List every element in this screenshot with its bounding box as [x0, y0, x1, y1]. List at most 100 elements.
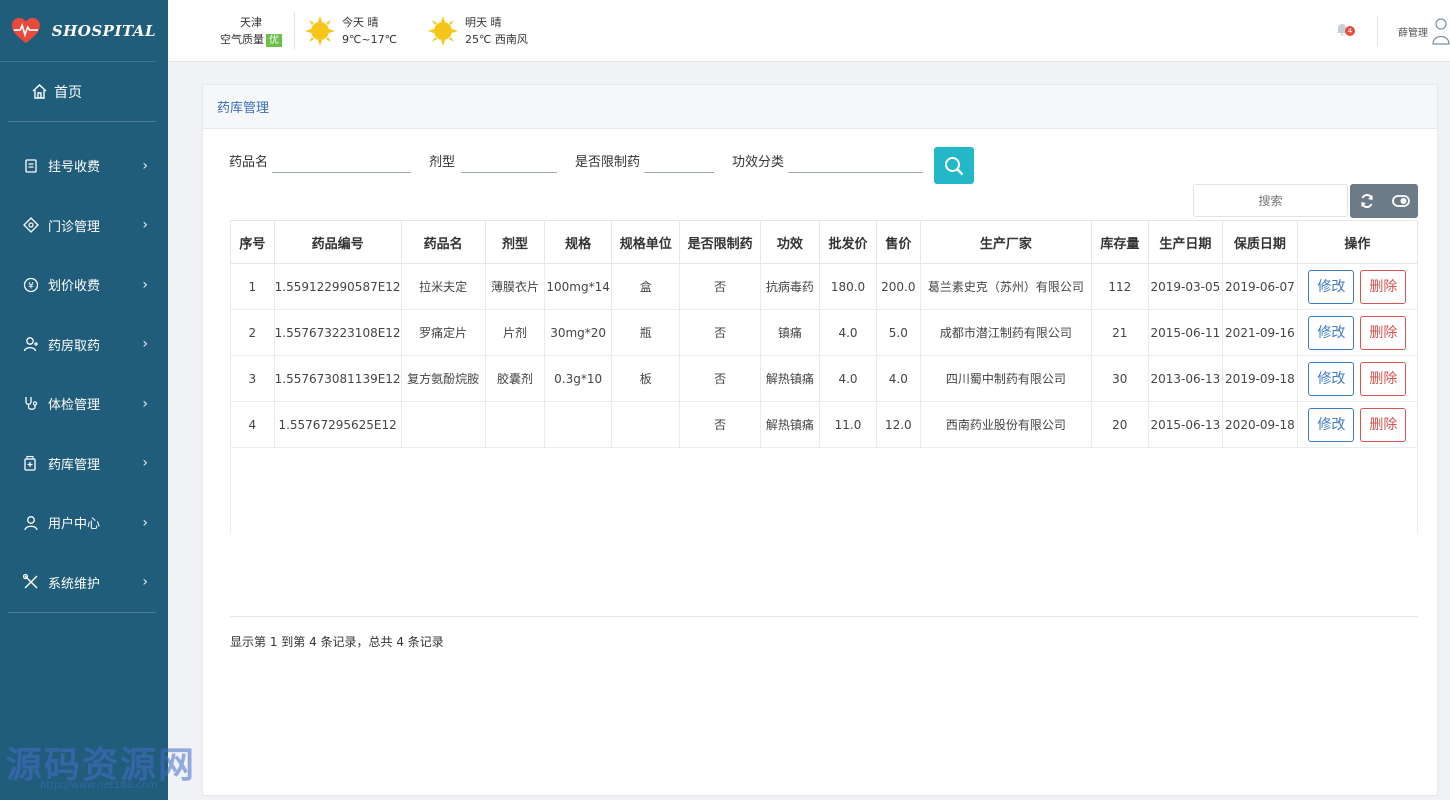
manufacturer-cell: 西南药业股份有限公司: [919, 401, 1093, 448]
delete-button[interactable]: 删除: [1360, 407, 1407, 442]
sidebar-item-label: 用户中心: [48, 517, 101, 533]
table-row: 1 1.559122990587E12 拉米夫定 薄膜衣片 100mg*14 盒否抗病毒药…: [230, 263, 1419, 310]
city-name: 天津: [240, 16, 262, 29]
drug-name-input[interactable]: [272, 147, 412, 173]
city-weather-block: 天津 空气质量优: [220, 14, 282, 48]
production-date-cell: 2013-06-13: [1147, 355, 1224, 402]
delete-button[interactable]: 删除: [1360, 315, 1407, 350]
manufacturer-cell: 成都市潜江制药有限公司: [919, 309, 1093, 356]
chevron-right-icon: ›: [142, 217, 148, 234]
column-header[interactable]: 规格: [544, 220, 613, 264]
delete-button[interactable]: 删除: [1360, 269, 1407, 304]
column-header[interactable]: 库存量: [1091, 220, 1149, 264]
column-header[interactable]: 生产日期: [1147, 220, 1224, 264]
column-header[interactable]: 生产厂家: [919, 220, 1093, 264]
actions-cell: 修改 删除: [1296, 355, 1419, 402]
drug-name-label: 药品名: [229, 154, 269, 170]
row-index-cell: 1: [230, 263, 275, 310]
production-date-cell: 2015-06-11: [1147, 309, 1224, 356]
column-header[interactable]: 保质日期: [1222, 220, 1298, 264]
table-empty-area: [230, 448, 1418, 533]
column-header[interactable]: 序号: [230, 220, 275, 264]
weather-today: 今天 晴 9℃~17℃: [304, 14, 397, 48]
efficacy-input[interactable]: [788, 147, 924, 173]
drug-name-cell: 拉米夫定: [400, 263, 486, 310]
efficacy-cell: 镇痛: [759, 309, 821, 356]
manufacturer-cell: 葛兰素史克（苏州）有限公司: [919, 263, 1093, 310]
weather-tomorrow: 明天 晴 25℃ 西南风: [427, 14, 528, 48]
column-header[interactable]: 药品名: [400, 220, 486, 264]
column-header[interactable]: 规格单位: [611, 220, 681, 264]
heartbeat-logo-icon: [11, 17, 40, 43]
drug-table: 序号 药品编号 药品名 剂型 规格 规格单位 是否限制药 功效 批发价 售价 生…: [230, 220, 1419, 448]
edit-button[interactable]: 修改: [1308, 269, 1355, 304]
sidebar-item-home[interactable]: 首页: [8, 62, 156, 122]
refresh-button[interactable]: [1350, 184, 1384, 218]
sidebar-item-user-center[interactable]: 用户中心 ›: [0, 493, 168, 553]
tomorrow-condition: 晴: [490, 16, 502, 29]
search-button[interactable]: [934, 147, 974, 184]
column-header: 操作: [1296, 220, 1419, 264]
logo-text: SHOSPITAL: [51, 21, 156, 40]
toggle-view-button[interactable]: [1384, 184, 1418, 218]
sidebar-item-register[interactable]: 挂号收费 ›: [0, 136, 168, 196]
dosage-form-input[interactable]: [461, 147, 558, 173]
sidebar-item-outpatient[interactable]: 门诊管理 ›: [0, 196, 168, 256]
row-index-cell: 2: [230, 309, 275, 356]
dosage-form-cell: 片剂: [484, 309, 546, 356]
delete-button[interactable]: 删除: [1360, 361, 1407, 396]
actions-cell: 修改 删除: [1296, 309, 1419, 356]
sidebar-divider: [8, 612, 156, 613]
user-name[interactable]: 薛管理: [1398, 24, 1428, 39]
header-user-area: 4 薛管理: [1335, 0, 1450, 62]
column-header[interactable]: 批发价: [819, 220, 877, 264]
production-date-cell: 2015-06-13: [1147, 401, 1224, 448]
edit-button[interactable]: 修改: [1308, 407, 1355, 442]
chevron-right-icon: ›: [142, 514, 148, 531]
air-quality-badge: 优: [266, 34, 282, 47]
user-center-icon: [22, 514, 40, 532]
sidebar-item-drugstore[interactable]: 药库管理 ›: [0, 434, 168, 494]
wholesale-price-cell: 180.0: [819, 263, 877, 310]
table-row: 4 1.55767295625E12 否解热镇痛 11.0 12.0 西南药业股份有限公司…: [230, 401, 1419, 448]
column-header[interactable]: 是否限制药: [679, 220, 761, 264]
chevron-right-icon: ›: [142, 395, 148, 412]
header-divider: [1377, 16, 1378, 46]
sidebar-item-label: 药房取药: [48, 338, 101, 354]
sidebar-item-checkup[interactable]: 体检管理 ›: [0, 374, 168, 434]
sidebar-item-pricing[interactable]: ¥ 划价收费 ›: [0, 255, 168, 315]
column-header[interactable]: 功效: [759, 220, 821, 264]
page-title: 药库管理: [203, 85, 1437, 129]
chevron-right-icon: ›: [142, 276, 148, 293]
restricted-input[interactable]: [644, 147, 715, 173]
row-index-cell: 4: [230, 401, 275, 448]
table-row: 2 1.557673223108E12 罗痛定片 片剂 30mg*20 瓶否镇痛 4.0 5.…: [230, 309, 1419, 356]
table-search-input[interactable]: [1193, 184, 1348, 217]
drugstore-icon: [22, 454, 40, 472]
chevron-right-icon: ›: [142, 455, 148, 472]
notification-bell[interactable]: 4: [1335, 22, 1355, 40]
sidebar: SHOSPITAL 首页 挂号收费 › 门诊管理 › ¥ 划价收费 › 药房取药…: [0, 0, 168, 800]
restricted-flag-cell: 否: [679, 401, 761, 448]
chevron-right-icon: ›: [142, 157, 148, 174]
app-logo[interactable]: SHOSPITAL: [0, 0, 156, 62]
retail-price-cell: 200.0: [875, 263, 921, 310]
filter-bar: 药品名 剂型 是否限制药 功效分类: [229, 147, 924, 173]
dosage-form-label: 剂型: [429, 154, 456, 170]
wholesale-price-cell: 4.0: [819, 309, 877, 356]
edit-button[interactable]: 修改: [1308, 361, 1355, 396]
sidebar-item-pharmacy[interactable]: 药房取药 ›: [0, 315, 168, 375]
actions-cell: 修改 删除: [1296, 401, 1419, 448]
sidebar-item-maintenance[interactable]: 系统维护 ›: [0, 553, 168, 613]
table-header-row: 序号 药品编号 药品名 剂型 规格 规格单位 是否限制药 功效 批发价 售价 生…: [230, 220, 1419, 264]
specification-cell: [544, 401, 613, 448]
maintenance-icon: [22, 573, 40, 591]
edit-button[interactable]: 修改: [1308, 315, 1355, 350]
avatar[interactable]: [1432, 16, 1450, 46]
column-header[interactable]: 药品编号: [273, 220, 402, 264]
column-header[interactable]: 售价: [875, 220, 921, 264]
checkup-icon: [22, 395, 40, 413]
column-header[interactable]: 剂型: [484, 220, 546, 264]
restricted-flag-cell: 否: [679, 355, 761, 402]
drug-inventory-panel: 药库管理 药品名 剂型 是否限制药 功效分类 序号 药品编号: [202, 84, 1438, 796]
